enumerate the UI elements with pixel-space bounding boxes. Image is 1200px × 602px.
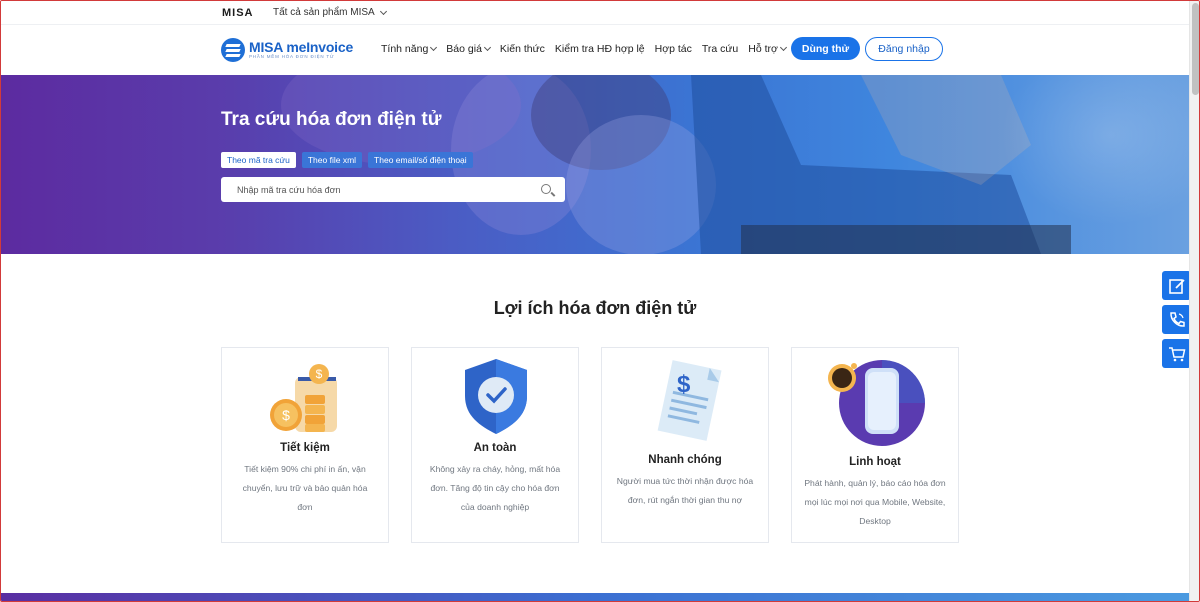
brand-name: MISA meInvoice: [249, 39, 354, 56]
search-icon[interactable]: [541, 184, 551, 194]
hero-title: Tra cứu hóa đơn điện tử: [221, 109, 442, 130]
login-button[interactable]: Đăng nhập: [865, 37, 943, 61]
floating-actions: [1162, 271, 1191, 368]
benefit-title: Tiết kiệm: [280, 442, 330, 454]
benefit-card: $ Nhanh chóng Người mua tức thời nhận đư…: [601, 347, 769, 543]
brand-logo[interactable]: MISA meInvoice PHẦN MỀM HÓA ĐƠN ĐIỆN TỬ: [221, 38, 353, 62]
nav-item-tinh-nang[interactable]: Tính năng: [381, 43, 438, 55]
nav-item-ho-tro[interactable]: Hỗ trợ: [748, 43, 787, 55]
shield-check-icon: [412, 348, 578, 436]
benefit-card: Linh hoạt Phát hành, quản lý, báo cáo hó…: [791, 347, 959, 543]
mobile-coffee-icon: [792, 348, 958, 450]
nav-item-hop-tac[interactable]: Hợp tác: [655, 43, 692, 55]
all-products-label: Tất cả sản phẩm MISA: [273, 7, 375, 18]
svg-text:$: $: [677, 371, 691, 398]
benefit-description: Tiết kiệm 90% chi phí in ấn, vận chuyển,…: [242, 464, 368, 512]
all-products-dropdown[interactable]: Tất cả sản phẩm MISA: [273, 7, 387, 18]
meinvoice-logo-icon: [221, 38, 245, 62]
benefit-title: Linh hoạt: [849, 456, 901, 468]
hero-background-photo: [281, 75, 1189, 254]
top-strip: MISA Tất cả sản phẩm MISA: [1, 1, 1189, 25]
nav-item-label: Kiến thức: [499, 43, 545, 55]
lookup-search-box: [221, 177, 565, 202]
nav-item-kiem-tra[interactable]: Kiểm tra HĐ hợp lệ: [555, 43, 645, 55]
edit-icon: [1168, 278, 1185, 294]
nav-menu: Tính năng Báo giá Kiến thức Kiểm tra HĐ …: [381, 43, 796, 55]
benefits-cards: $ $ Tiết kiệm Tiết kiệm 90% chi phí in ấ…: [221, 347, 959, 543]
benefit-description: Người mua tức thời nhận được hóa đơn, rú…: [616, 476, 754, 505]
scrollbar-thumb[interactable]: [1192, 3, 1199, 95]
chevron-down-icon: [779, 43, 787, 52]
benefit-title: An toàn: [473, 442, 517, 454]
footer-band: [1, 593, 1189, 601]
nav-item-label: Hỗ trợ: [748, 43, 778, 55]
buy-cart-button[interactable]: [1162, 339, 1191, 368]
nav-item-tra-cuu[interactable]: Tra cứu: [702, 43, 738, 55]
misa-logo[interactable]: MISA: [222, 7, 254, 19]
tab-lookup-xml[interactable]: Theo file xml: [301, 152, 363, 168]
cart-icon: [1168, 346, 1185, 361]
lookup-tabs: Theo mã tra cứu Theo file xml Theo email…: [221, 152, 473, 168]
benefit-card: $ $ Tiết kiệm Tiết kiệm 90% chi phí in ấ…: [221, 347, 389, 543]
benefit-description: Không xảy ra cháy, hỏng, mất hóa đơn. Tă…: [429, 464, 561, 512]
hero-banner: Tra cứu hóa đơn điện tử Theo mã tra cứu …: [1, 75, 1189, 254]
chevron-down-icon: [379, 7, 387, 15]
lookup-search-input[interactable]: [237, 184, 527, 195]
nav-item-label: Tra cứu: [701, 43, 739, 55]
nav-item-label: Hợp tác: [654, 43, 692, 55]
nav-item-bao-gia[interactable]: Báo giá: [446, 43, 491, 55]
chevron-down-icon: [430, 43, 438, 52]
tab-lookup-code[interactable]: Theo mã tra cứu: [221, 152, 296, 168]
page-scrollbar[interactable]: [1189, 1, 1199, 601]
invoice-dollar-icon: $: [602, 348, 768, 448]
benefit-title: Nhanh chóng: [648, 454, 722, 466]
main-navbar: MISA meInvoice PHẦN MỀM HÓA ĐƠN ĐIỆN TỬ …: [1, 25, 1189, 75]
nav-item-kien-thuc[interactable]: Kiến thức: [500, 43, 545, 55]
coins-jar-icon: $ $: [222, 348, 388, 436]
benefit-description: Phát hành, quản lý, báo cáo hóa đơn mọi …: [804, 478, 946, 526]
benefits-title: Lợi ích hóa đơn điện tử: [493, 298, 697, 318]
call-button[interactable]: [1162, 305, 1191, 334]
chevron-down-icon: [483, 43, 491, 52]
brand-tagline: PHẦN MỀM HÓA ĐƠN ĐIỆN TỬ: [249, 54, 335, 60]
tab-lookup-email-phone[interactable]: Theo email/số điện thoại: [368, 152, 473, 168]
svg-text:$: $: [316, 367, 323, 381]
phone-icon: [1169, 311, 1185, 327]
nav-item-label: Báo giá: [446, 43, 482, 55]
register-edit-button[interactable]: [1162, 271, 1191, 300]
nav-item-label: Tính năng: [381, 43, 429, 55]
benefit-card: An toàn Không xảy ra cháy, hỏng, mất hóa…: [411, 347, 579, 543]
trial-button[interactable]: Dùng thử: [791, 37, 860, 60]
page-frame: MISA Tất cả sản phẩm MISA MISA meInvoice…: [0, 0, 1200, 602]
nav-item-label: Kiểm tra HĐ hợp lệ: [554, 43, 645, 55]
svg-text:$: $: [282, 407, 290, 423]
